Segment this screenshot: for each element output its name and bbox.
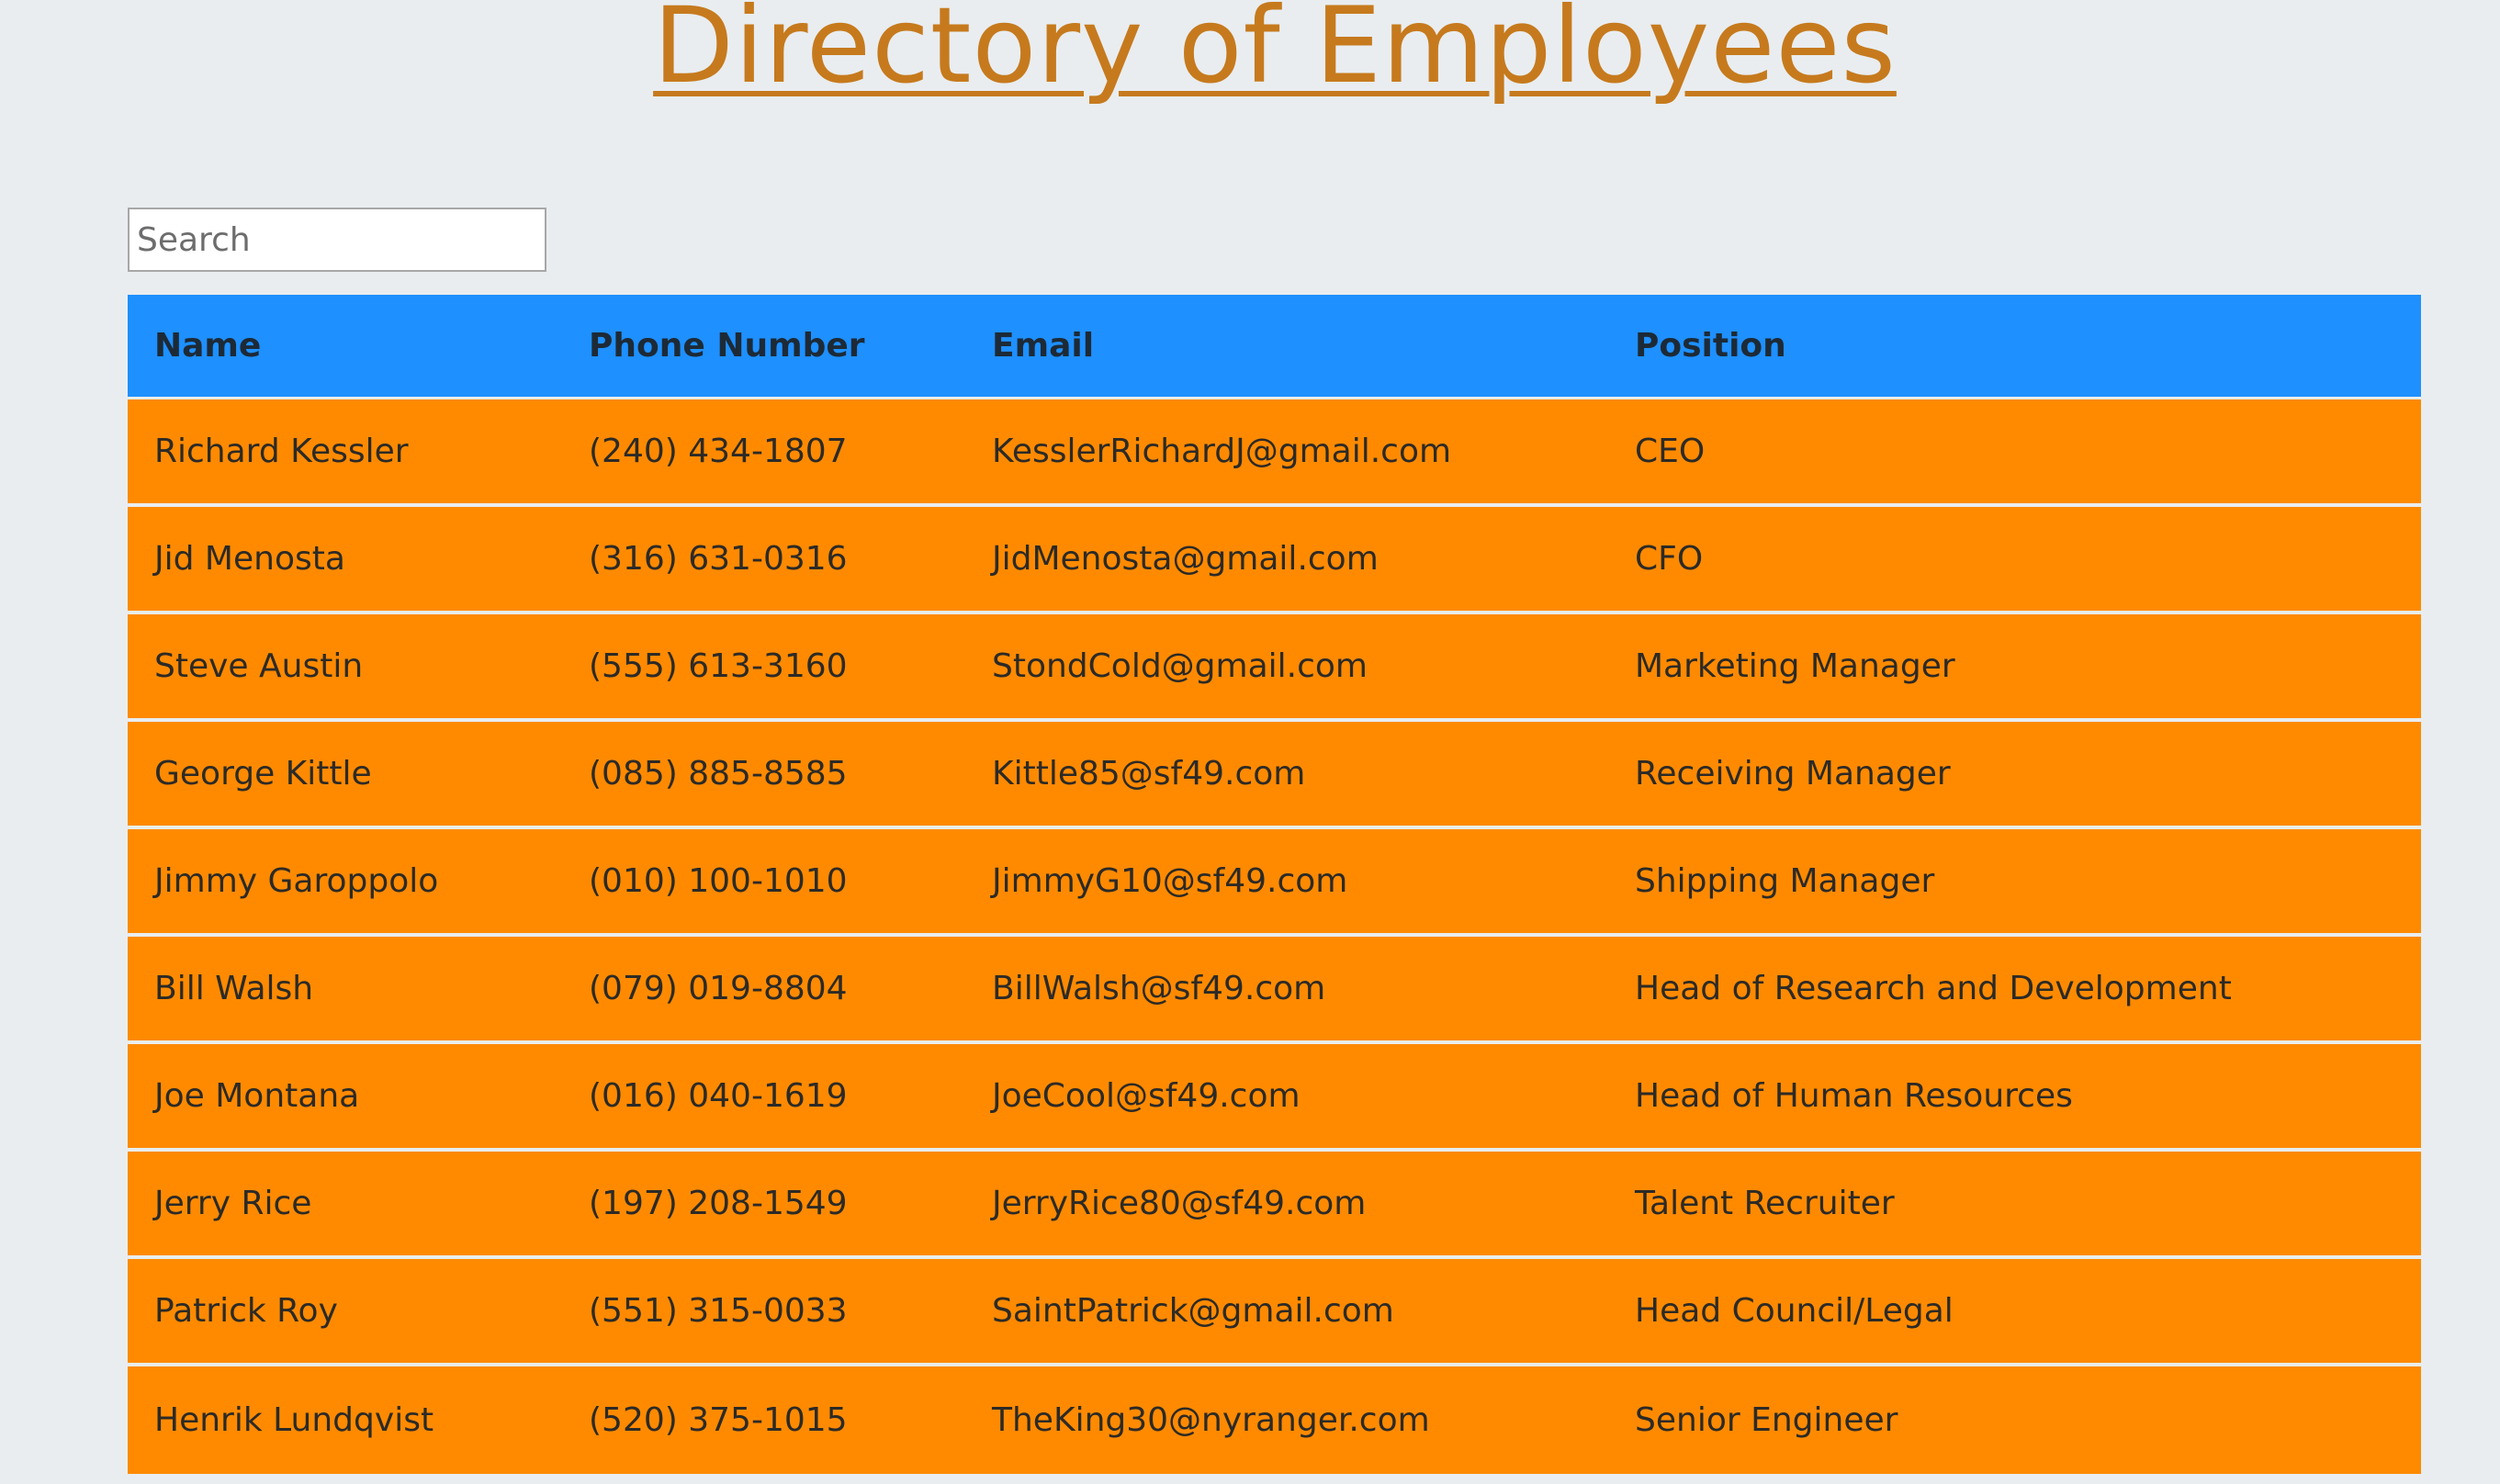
- cell-name: Bill Walsh: [128, 937, 562, 1044]
- table-row: Jid Menosta (316) 631-0316 JidMenosta@gmai…: [128, 507, 2421, 614]
- cell-position: Head Council/Legal: [1608, 1259, 2421, 1366]
- cell-name: Patrick Roy: [128, 1259, 562, 1366]
- table-row: Richard Kessler (240) 434-1807 KesslerRich…: [128, 399, 2421, 507]
- cell-position: CFO: [1608, 507, 2421, 614]
- employee-table: Name Phone Number Email Position Richard…: [128, 295, 2421, 1474]
- table-header: Name Phone Number Email Position: [128, 295, 2421, 399]
- column-header-phone[interactable]: Phone Number: [562, 295, 965, 399]
- cell-email: JoeCool@sf49.com: [965, 1044, 1608, 1152]
- cell-position: Talent Recruiter: [1608, 1152, 2421, 1259]
- table-row: Henrik Lundqvist (520) 375-1015 TheKing30@…: [128, 1366, 2421, 1474]
- table-header-row: Name Phone Number Email Position: [128, 295, 2421, 399]
- cell-name: Jid Menosta: [128, 507, 562, 614]
- cell-phone: (197) 208-1549: [562, 1152, 965, 1259]
- cell-phone: (551) 315-0033: [562, 1259, 965, 1366]
- table-row: Jerry Rice (197) 208-1549 JerryRice80@sf49…: [128, 1152, 2421, 1259]
- cell-phone: (316) 631-0316: [562, 507, 965, 614]
- cell-email: TheKing30@nyranger.com: [965, 1366, 1608, 1474]
- column-header-email[interactable]: Email: [965, 295, 1608, 399]
- cell-name: Henrik Lundqvist: [128, 1366, 562, 1474]
- cell-position: Receiving Manager: [1608, 722, 2421, 829]
- table-row: Steve Austin (555) 613-3160 StondCold@gmai…: [128, 614, 2421, 722]
- cell-name: George Kittle: [128, 722, 562, 829]
- cell-phone: (240) 434-1807: [562, 399, 965, 507]
- cell-position: Head of Research and Development: [1608, 937, 2421, 1044]
- cell-email: StondCold@gmail.com: [965, 614, 1608, 722]
- page-title: Directory of Employees: [653, 0, 1897, 107]
- cell-name: Joe Montana: [128, 1044, 562, 1152]
- table-row: Joe Montana (016) 040-1619 JoeCool@sf49.co…: [128, 1044, 2421, 1152]
- cell-phone: (520) 375-1015: [562, 1366, 965, 1474]
- column-header-name[interactable]: Name: [128, 295, 562, 399]
- table-body: Richard Kessler (240) 434-1807 KesslerRich…: [128, 399, 2421, 1474]
- cell-name: Steve Austin: [128, 614, 562, 722]
- cell-name: Richard Kessler: [128, 399, 562, 507]
- cell-name: Jerry Rice: [128, 1152, 562, 1259]
- table-row: Jimmy Garoppolo (010) 100-1010 JimmyG10@sf…: [128, 829, 2421, 937]
- cell-phone: (555) 613-3160: [562, 614, 965, 722]
- cell-email: KesslerRichardJ@gmail.com: [965, 399, 1608, 507]
- cell-position: Shipping Manager: [1608, 829, 2421, 937]
- cell-position: Marketing Manager: [1608, 614, 2421, 722]
- cell-phone: (085) 885-8585: [562, 722, 965, 829]
- cell-email: SaintPatrick@gmail.com: [965, 1259, 1608, 1366]
- cell-position: CEO: [1608, 399, 2421, 507]
- column-header-position[interactable]: Position: [1608, 295, 2421, 399]
- cell-email: JerryRice80@sf49.com: [965, 1152, 1608, 1259]
- cell-name: Jimmy Garoppolo: [128, 829, 562, 937]
- table-row: Bill Walsh (079) 019-8804 BillWalsh@sf49.c…: [128, 937, 2421, 1044]
- cell-email: JimmyG10@sf49.com: [965, 829, 1608, 937]
- cell-phone: (079) 019-8804: [562, 937, 965, 1044]
- search-input[interactable]: [128, 208, 546, 272]
- cell-phone: (016) 040-1619: [562, 1044, 965, 1152]
- cell-position: Senior Engineer: [1608, 1366, 2421, 1474]
- cell-email: BillWalsh@sf49.com: [965, 937, 1608, 1044]
- table-row: George Kittle (085) 885-8585 Kittle85@sf49…: [128, 722, 2421, 829]
- table-row: Patrick Roy (551) 315-0033 SaintPatrick@gm…: [128, 1259, 2421, 1366]
- cell-position: Head of Human Resources: [1608, 1044, 2421, 1152]
- cell-email: JidMenosta@gmail.com: [965, 507, 1608, 614]
- cell-phone: (010) 100-1010: [562, 829, 965, 937]
- cell-email: Kittle85@sf49.com: [965, 722, 1608, 829]
